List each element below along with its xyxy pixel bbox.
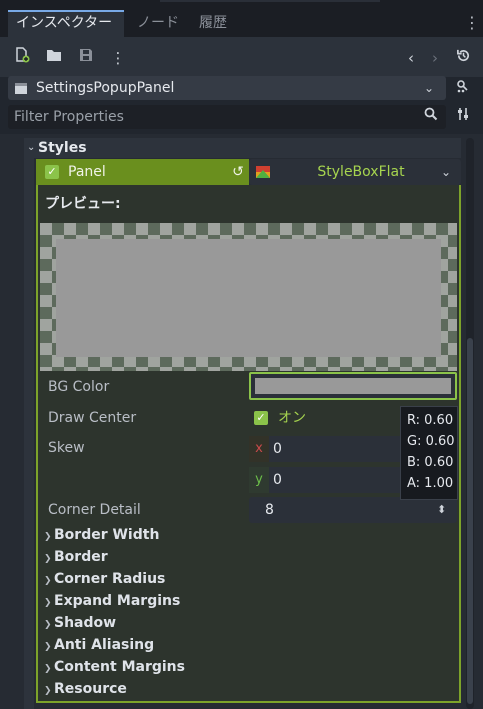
skew-y-axis-label: y [249,467,269,493]
styles-section-header[interactable] [24,138,461,158]
chevron-right-icon: ❯ [44,554,52,564]
corner-detail-value: 8 [265,502,274,518]
object-name: SettingsPopupPanel [36,80,175,96]
chevron-right-icon: ❯ [44,576,52,586]
indent-guide [24,138,34,709]
scrollbar-thumb[interactable] [467,338,473,704]
draw-center-label: Draw Center [48,410,137,426]
panel-override-checkbox[interactable]: ✓ [45,165,59,179]
tab-inspector[interactable]: インスペクター [8,10,124,37]
tooltip-alpha: A: 1.00 [407,476,454,491]
tab-node[interactable]: ノード [128,10,184,37]
forward-arrow-icon[interactable]: › [424,47,446,69]
section-label: Expand Margins [54,593,181,609]
draw-center-checkbox[interactable]: ✓ [254,411,268,425]
chevron-right-icon: ❯ [44,686,52,696]
corner-detail-spinbox[interactable] [249,497,457,523]
preview-title: プレビュー: [45,196,121,212]
chevron-right-icon: ❯ [44,598,52,608]
skew-label: Skew [48,440,85,456]
skew-y-value: 0 [273,472,282,488]
bg-color-label: BG Color [48,379,110,395]
section-label: Corner Radius [54,571,166,587]
chevron-right-icon: ❯ [44,642,52,652]
styles-section-label: Styles [38,140,87,156]
corner-detail-label: Corner Detail [48,502,141,518]
preview-stylebox [56,239,441,357]
chevron-down-icon[interactable]: ⌄ [441,159,451,185]
section-content-margins[interactable]: ❯ Content Margins [44,656,185,678]
section-label: Border Width [54,527,160,543]
chevron-right-icon: ❯ [44,532,52,542]
node-tree-icon[interactable] [452,78,474,98]
section-label: Content Margins [54,659,185,675]
node-panel-icon [14,81,28,95]
section-label: Anti Aliasing [54,637,155,653]
section-anti-aliasing[interactable]: ❯ Anti Aliasing [44,634,154,656]
skew-x-axis-label: x [249,436,269,462]
revert-icon[interactable]: ↺ [228,161,248,183]
new-resource-icon[interactable] [11,47,33,69]
section-label: Resource [54,681,127,697]
skew-x-value: 0 [273,441,282,457]
section-corner-radius[interactable]: ❯ Corner Radius [44,568,165,590]
save-icon[interactable] [75,47,97,69]
tooltip-green: G: 0.60 [407,434,455,449]
stylebox-preview [40,223,457,371]
property-tools-icon[interactable] [452,106,474,128]
chevron-down-icon: ⌄ [27,142,36,153]
tooltip-blue: B: 0.60 [407,455,454,470]
history-icon[interactable] [452,47,474,69]
chevron-right-icon: ❯ [44,664,52,674]
section-border-width[interactable]: ❯ Border Width [44,524,159,546]
section-label: Shadow [54,615,117,631]
chevron-down-icon[interactable]: ⌄ [424,76,434,100]
draw-center-value: オン [278,410,306,426]
bg-color-swatch [255,378,451,394]
panel-property-label: Panel [68,164,106,180]
spin-arrows-icon[interactable]: ⬍ [437,497,446,523]
tab-history[interactable]: 履歴 [190,10,250,37]
resource-type-label: StyleBoxFlat [317,164,405,180]
section-shadow[interactable]: ❯ Shadow [44,612,116,634]
section-label: Border [54,549,108,565]
section-resource[interactable]: ❯ Resource [44,678,127,700]
chevron-right-icon: ❯ [44,620,52,630]
section-expand-margins[interactable]: ❯ Expand Margins [44,590,180,612]
filter-properties-input[interactable] [8,105,446,129]
top-divider [160,0,380,2]
tab-menu-icon[interactable]: ⋮ [464,12,480,34]
back-arrow-icon[interactable]: ‹ [400,47,422,69]
search-icon [420,106,442,128]
tooltip-red: R: 0.60 [407,413,454,428]
open-folder-icon[interactable] [43,47,65,69]
kebab-menu-icon[interactable]: ⋮ [107,47,129,69]
section-border[interactable]: ❯ Border [44,546,108,568]
